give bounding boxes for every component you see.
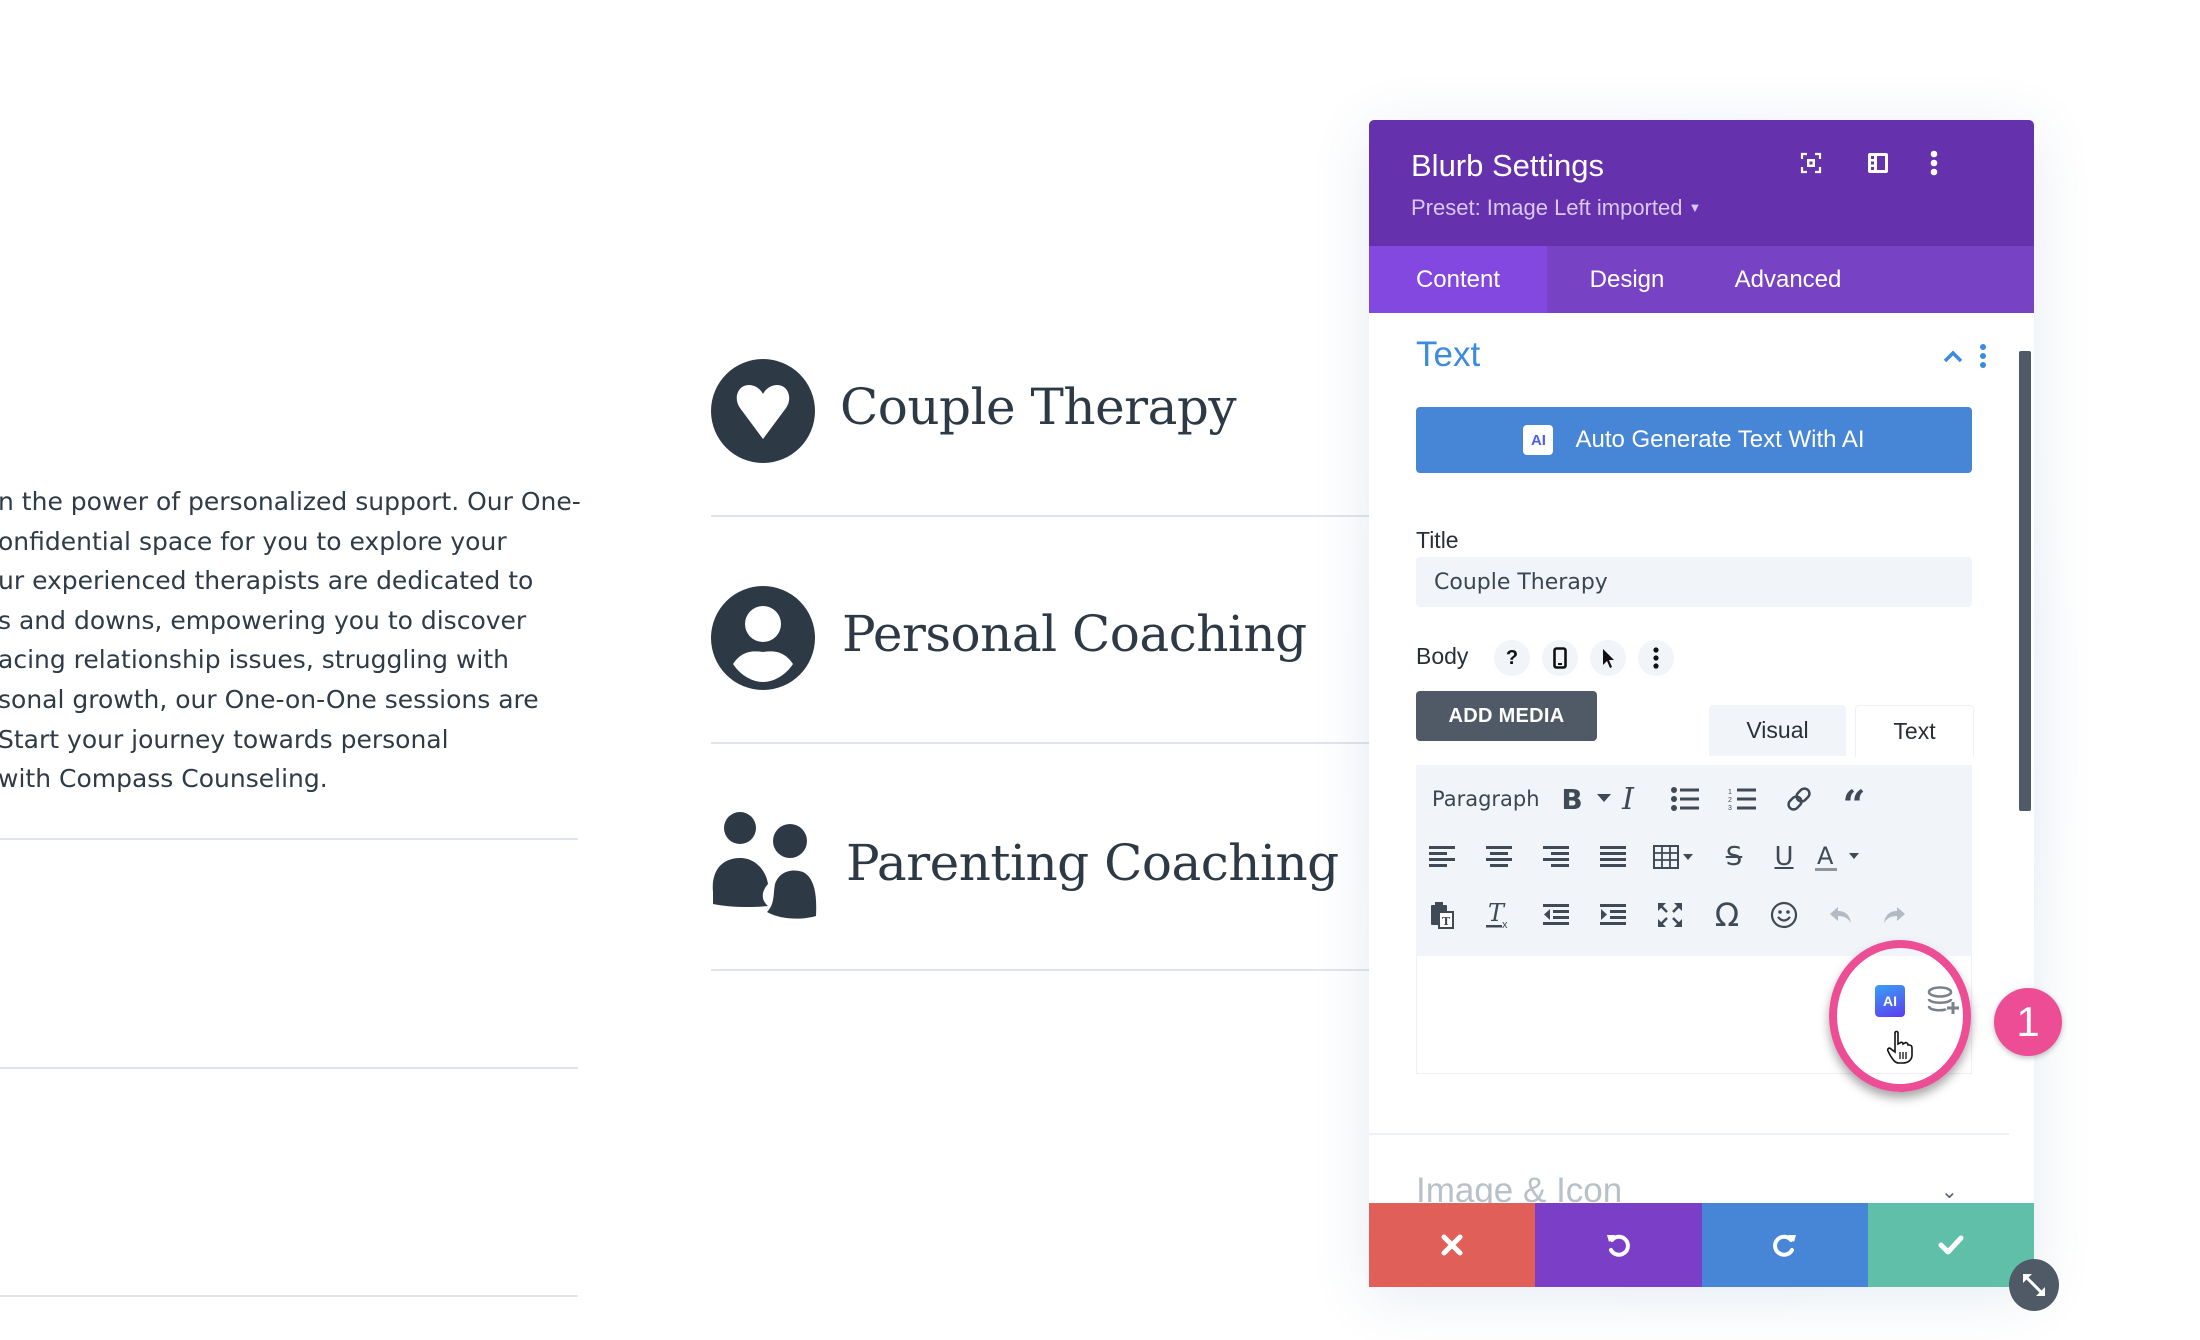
user-circle-icon [711,586,815,690]
discard-button[interactable] [1369,1203,1536,1287]
undo-icon[interactable] [1823,897,1859,933]
divider [711,969,1371,971]
redo-icon [1772,1234,1796,1257]
body-label: Body [1416,643,1469,669]
paragraph-line: s and downs, empowering you to discover [0,605,527,635]
paragraph-line: with Compass Counseling. [0,764,328,794]
blurb-title: Parenting Coaching [846,834,1339,892]
save-check-icon [1938,1235,1964,1255]
save-button[interactable] [1867,1203,2034,1287]
editor-tab-visual[interactable]: Visual [1709,705,1846,756]
svg-text:1: 1 [1728,789,1732,796]
heart-circle-icon [711,359,815,463]
editor-tab-text[interactable]: Text [1855,705,1974,757]
ai-button-label: Auto Generate Text With AI [1575,426,1865,453]
align-justify-icon[interactable] [1595,839,1631,875]
section-title-text[interactable]: Text [1416,335,1480,375]
fullscreen-icon[interactable] [1652,897,1688,933]
preset-dropdown[interactable]: Preset: Image Left imported ▼ [1411,195,1701,221]
more-vertical-icon[interactable] [1638,640,1674,676]
close-icon [1441,1234,1463,1256]
divider [711,742,1371,744]
resize-handle[interactable] [2009,1259,2059,1311]
svg-text:2: 2 [1728,797,1732,804]
blurb-title: Personal Coaching [842,605,1307,663]
paragraph-format-value: Paragraph [1432,787,1540,811]
divider [0,1295,578,1297]
auto-generate-ai-button[interactable]: AI Auto Generate Text With AI [1416,407,1972,473]
blurb-settings-panel: Blurb Settings Preset: Image Left import… [1369,120,2034,1286]
bold-icon[interactable]: B [1554,781,1590,817]
svg-text:x: x [1502,919,1508,929]
chevron-up-icon[interactable] [1938,341,1968,371]
redo-icon[interactable] [1876,897,1912,933]
paragraph-format-select[interactable]: Paragraph [1432,781,1622,817]
title-input[interactable] [1416,557,1972,607]
paragraph-line: acing relationship issues, struggling wi… [0,645,509,675]
focus-icon[interactable] [1794,146,1828,180]
paste-text-icon[interactable]: T [1424,897,1460,933]
pointer-icon[interactable] [1590,640,1626,676]
text-color-icon[interactable]: A [1814,839,1864,875]
blockquote-icon[interactable]: “ [1836,781,1872,826]
scrollbar[interactable] [2019,351,2031,811]
redo-button[interactable] [1701,1203,1868,1287]
outdent-icon[interactable] [1538,897,1574,933]
strikethrough-icon[interactable]: S [1716,839,1752,875]
caret-down-icon: ▼ [1688,200,1702,215]
paragraph-line: Start your journey towards personal [0,724,449,754]
paragraph-line: ur experienced therapists are dedicated … [0,566,534,596]
clear-formatting-icon[interactable]: Tx [1481,897,1517,933]
emoji-icon[interactable] [1766,897,1802,933]
panel-tabs: Content Design Advanced [1369,246,2034,313]
divider [0,838,578,840]
preset-label: Preset: Image Left imported [1411,195,1683,220]
italic-icon[interactable]: I [1610,781,1646,817]
special-character-icon[interactable]: Ω [1709,896,1745,934]
svg-text:A: A [1817,842,1834,870]
divider [711,515,1371,517]
section-divider [1369,1133,2009,1135]
align-center-icon[interactable] [1481,839,1517,875]
chevron-down-icon[interactable]: ⌄ [1941,1179,1958,1204]
tab-advanced[interactable]: Advanced [1707,246,1869,313]
title-label: Title [1416,527,1459,553]
help-icon[interactable]: ? [1494,640,1530,676]
svg-text:3: 3 [1728,805,1732,811]
mobile-icon[interactable] [1542,640,1578,676]
underline-icon[interactable]: U [1766,839,1802,875]
resize-diagonal-icon [2023,1274,2045,1296]
blurb-title: Couple Therapy [840,378,1237,436]
more-vertical-icon[interactable] [1973,341,1993,371]
paragraph-line: n the power of personalized support. Our… [0,487,581,516]
add-media-button[interactable]: ADD MEDIA [1416,691,1597,741]
ai-icon: AI [1523,425,1554,455]
paragraph-line: onfidential space for you to explore you… [0,526,507,556]
link-icon[interactable] [1781,781,1817,817]
parent-child-icon [712,812,817,919]
editor-toolbar: Paragraph B I 123 “ S U A T Tx Ω [1416,765,1972,956]
undo-button[interactable] [1535,1203,1702,1287]
bulleted-list-icon[interactable] [1667,781,1703,817]
panel-footer [1369,1203,2034,1287]
paragraph-line: sonal growth, our One-on-One sessions ar… [0,684,539,714]
more-vertical-icon[interactable] [1917,146,1951,180]
indent-icon[interactable] [1595,897,1631,933]
step-badge: 1 [1994,988,2062,1056]
undo-icon [1607,1234,1631,1257]
align-right-icon[interactable] [1538,839,1574,875]
tab-design[interactable]: Design [1547,246,1707,313]
panel-header[interactable]: Blurb Settings Preset: Image Left import… [1369,120,2034,246]
svg-text:T: T [1442,915,1451,928]
numbered-list-icon[interactable]: 123 [1724,781,1760,817]
tab-content[interactable]: Content [1369,246,1547,313]
about-paragraph: n the power of personalized support. Our… [0,482,581,799]
table-icon[interactable] [1652,839,1698,875]
divider [0,1067,578,1069]
split-view-icon[interactable] [1861,146,1895,180]
caret-down-icon [1597,794,1611,802]
highlight-circle [1829,940,1971,1092]
panel-title: Blurb Settings [1411,148,1604,183]
align-left-icon[interactable] [1424,839,1460,875]
